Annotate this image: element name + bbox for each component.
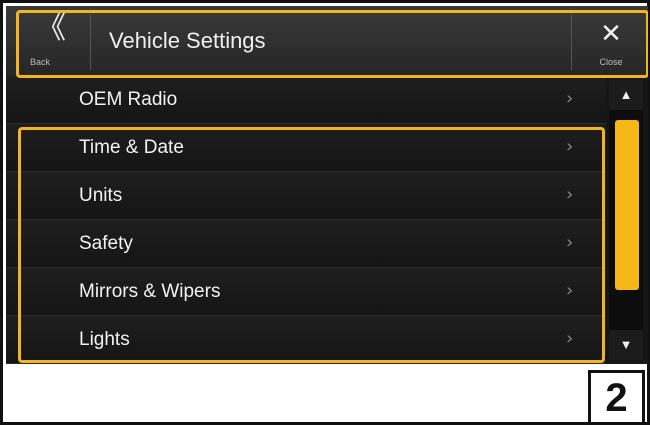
scrollbar-thumb[interactable]	[615, 120, 639, 290]
step-number: 2	[605, 376, 628, 420]
header-highlight	[16, 10, 648, 78]
chevron-right-icon: ›	[566, 88, 574, 109]
arrow-up-icon[interactable]: ▲	[609, 80, 643, 110]
list-highlight	[18, 127, 605, 363]
arrow-down-icon[interactable]: ▼	[609, 330, 643, 360]
scrollbar[interactable]: ▲ ▼	[609, 80, 643, 360]
list-item-label: OEM Radio	[79, 89, 178, 110]
list-item-oem-radio[interactable]: OEM Radio ›	[6, 76, 606, 124]
step-number-box: 2	[588, 370, 645, 425]
infotainment-screen: 《 Back Vehicle Settings ✕ Close OEM Radi…	[6, 6, 648, 364]
figure-frame: 《 Back Vehicle Settings ✕ Close OEM Radi…	[0, 0, 650, 425]
